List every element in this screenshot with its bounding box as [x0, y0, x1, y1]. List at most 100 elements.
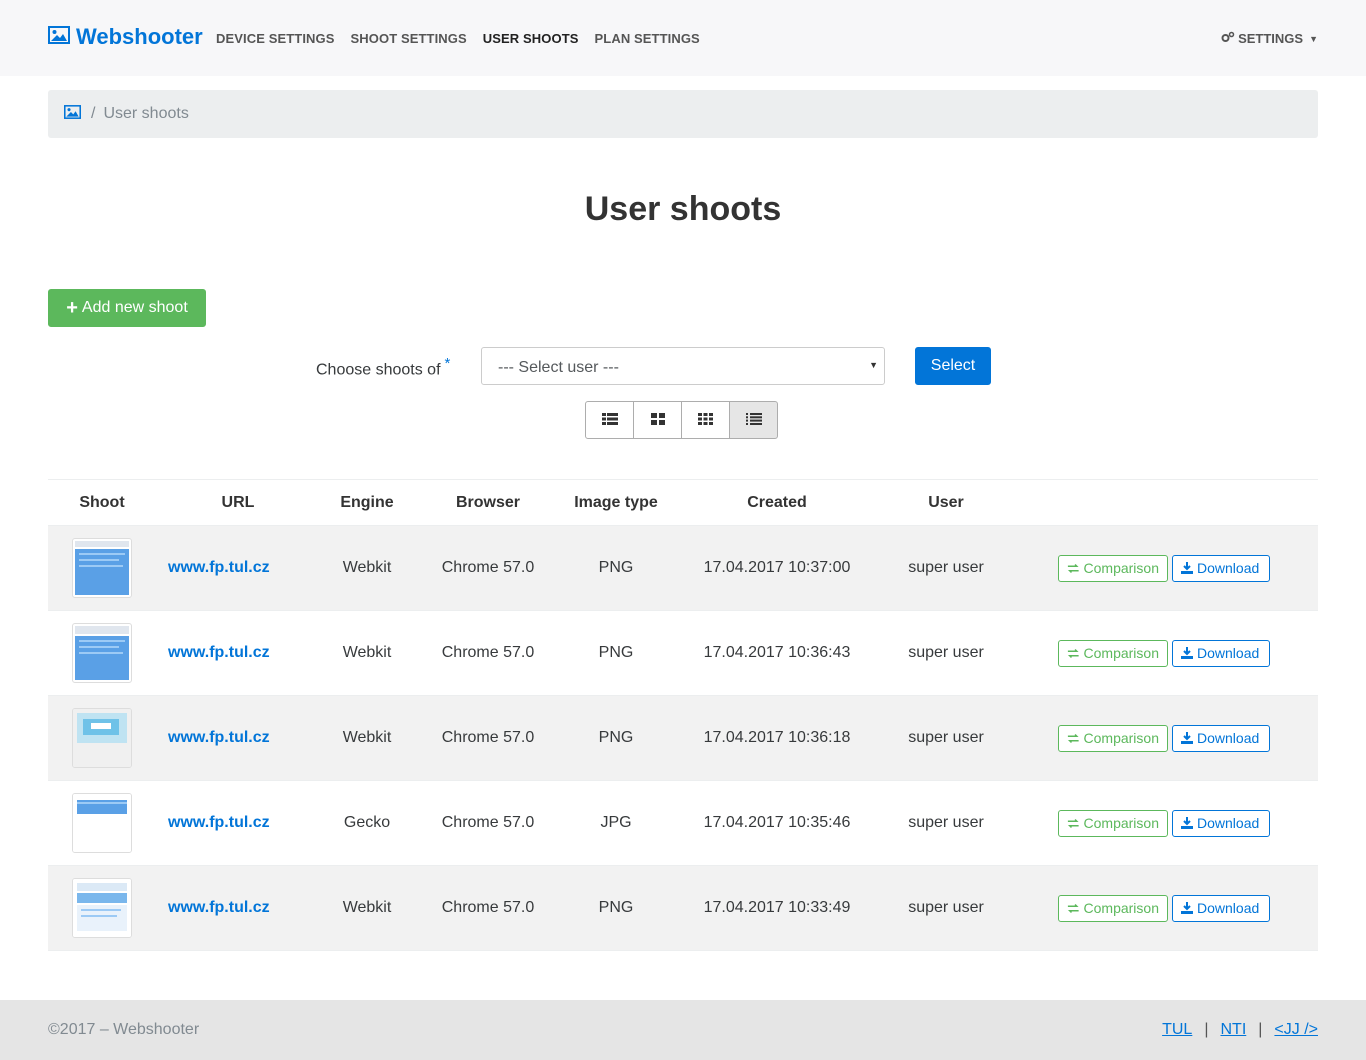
shoot-cell — [48, 708, 156, 768]
download-label: Download — [1197, 815, 1260, 831]
shoot-thumbnail[interactable] — [72, 538, 132, 598]
shoot-url-link[interactable]: www.fp.tul.cz — [156, 814, 320, 832]
shoot-url-link[interactable]: www.fp.tul.cz — [156, 559, 320, 577]
col-engine: Engine — [340, 493, 394, 511]
shoot-browser: Chrome 57.0 — [441, 814, 535, 831]
select-button[interactable]: Select — [915, 347, 991, 385]
nav-device-settings[interactable]: DEVICE SETTINGS — [216, 31, 335, 46]
view-mode-group — [585, 401, 778, 439]
row-actions: Comparison Download — [1008, 894, 1318, 922]
footer-link-jj[interactable]: <JJ /> — [1274, 1021, 1318, 1039]
main-nav: DEVICE SETTINGS SHOOT SETTINGS USER SHOO… — [216, 31, 716, 46]
user-select[interactable]: --- Select user --- ▼ — [481, 347, 885, 385]
copyright: ©2017 – Webshooter — [48, 1021, 200, 1038]
shoot-created: 17.04.2017 10:37:00 — [703, 559, 851, 576]
comparison-button[interactable]: Comparison — [1058, 894, 1168, 922]
shoot-url-link[interactable]: www.fp.tul.cz — [156, 644, 320, 662]
comparison-label: Comparison — [1083, 815, 1159, 831]
view-grid-small-button[interactable] — [681, 401, 730, 439]
col-browser: Browser — [455, 493, 521, 511]
col-image-type: Image type — [574, 493, 658, 511]
download-button[interactable]: Download — [1172, 894, 1270, 922]
shoot-image-type: PNG — [598, 729, 634, 746]
add-new-shoot-button[interactable]: + Add new shoot — [48, 289, 206, 327]
shoot-created: 17.04.2017 10:36:43 — [703, 644, 851, 661]
shoot-image-type: PNG — [598, 559, 634, 576]
col-created: Created — [747, 493, 807, 511]
caret-down-icon: ▼ — [1309, 33, 1318, 44]
breadcrumb-current: User shoots — [103, 105, 189, 122]
shoot-thumbnail[interactable] — [72, 878, 132, 938]
comparison-label: Comparison — [1083, 900, 1159, 916]
cogs-icon — [1221, 31, 1238, 46]
settings-dropdown[interactable]: SETTINGS ▼ — [1221, 31, 1318, 46]
view-list-button[interactable] — [585, 401, 634, 439]
comparison-button[interactable]: Comparison — [1058, 809, 1168, 837]
shoot-browser: Chrome 57.0 — [441, 559, 535, 576]
shoot-user: super user — [908, 729, 984, 746]
comparison-label: Comparison — [1083, 560, 1159, 576]
download-button[interactable]: Download — [1172, 639, 1270, 667]
exchange-icon — [1067, 818, 1079, 828]
picture-icon — [48, 24, 70, 50]
view-grid-large-button[interactable] — [633, 401, 682, 439]
exchange-icon — [1067, 648, 1079, 658]
shoot-browser: Chrome 57.0 — [441, 899, 535, 916]
shoot-user: super user — [908, 644, 984, 661]
shoot-cell — [48, 878, 156, 938]
plus-icon: + — [66, 297, 78, 319]
shoot-cell — [48, 623, 156, 683]
footer-link-tul[interactable]: TUL — [1162, 1021, 1192, 1039]
row-actions: Comparison Download — [1008, 554, 1318, 582]
comparison-button[interactable]: Comparison — [1058, 639, 1168, 667]
shoot-created: 17.04.2017 10:36:18 — [703, 729, 851, 746]
shoot-thumbnail[interactable] — [72, 708, 132, 768]
shoot-url-link[interactable]: www.fp.tul.cz — [156, 899, 320, 917]
download-button[interactable]: Download — [1172, 809, 1270, 837]
select-arrow-icon: ▼ — [869, 360, 878, 370]
grid-2-icon — [650, 412, 665, 429]
nav-plan-settings[interactable]: PLAN SETTINGS — [595, 31, 700, 46]
shoot-user: super user — [908, 899, 984, 916]
comparison-button[interactable]: Comparison — [1058, 554, 1168, 582]
shoot-created: 17.04.2017 10:33:49 — [703, 899, 851, 916]
table-row: www.fp.tul.cz Webkit Chrome 57.0 PNG 17.… — [48, 696, 1318, 781]
comparison-label: Comparison — [1083, 730, 1159, 746]
shoot-created: 17.04.2017 10:35:46 — [703, 814, 851, 831]
comparison-button[interactable]: Comparison — [1058, 724, 1168, 752]
row-actions: Comparison Download — [1008, 639, 1318, 667]
shoot-engine: Webkit — [342, 899, 392, 916]
shoot-thumbnail[interactable] — [72, 623, 132, 683]
shoot-thumbnail[interactable] — [72, 793, 132, 853]
shoot-engine: Webkit — [342, 559, 392, 576]
settings-label: SETTINGS — [1238, 31, 1304, 46]
list-icon — [601, 412, 618, 429]
navbar: Webshooter DEVICE SETTINGS SHOOT SETTING… — [0, 0, 1366, 76]
download-label: Download — [1197, 645, 1260, 661]
exchange-icon — [1067, 903, 1079, 913]
download-icon — [1181, 732, 1193, 744]
download-button[interactable]: Download — [1172, 724, 1270, 752]
download-icon — [1181, 647, 1193, 659]
footer-separator: | — [1258, 1021, 1263, 1038]
exchange-icon — [1067, 563, 1079, 573]
download-button[interactable]: Download — [1172, 554, 1270, 582]
add-new-shoot-label: Add new shoot — [81, 299, 188, 316]
download-label: Download — [1197, 730, 1260, 746]
footer-links: TUL | NTI | <JJ /> — [1162, 1021, 1318, 1039]
row-actions: Comparison Download — [1008, 809, 1318, 837]
view-details-button[interactable] — [729, 401, 778, 439]
nav-shoot-settings[interactable]: SHOOT SETTINGS — [351, 31, 467, 46]
details-list-icon — [745, 412, 762, 429]
picture-icon[interactable] — [64, 104, 81, 124]
shoot-engine: Webkit — [342, 729, 392, 746]
shoot-engine: Webkit — [342, 644, 392, 661]
nav-user-shoots[interactable]: USER SHOOTS — [483, 31, 579, 46]
comparison-label: Comparison — [1083, 645, 1159, 661]
page-title: User shoots — [584, 190, 782, 228]
shoot-url-link[interactable]: www.fp.tul.cz — [156, 729, 320, 747]
footer-link-nti[interactable]: NTI — [1220, 1021, 1246, 1039]
footer: ©2017 – Webshooter TUL | NTI | <JJ /> — [0, 1000, 1366, 1060]
brand-link[interactable]: Webshooter — [48, 24, 203, 50]
brand-name: Webshooter — [76, 24, 203, 49]
